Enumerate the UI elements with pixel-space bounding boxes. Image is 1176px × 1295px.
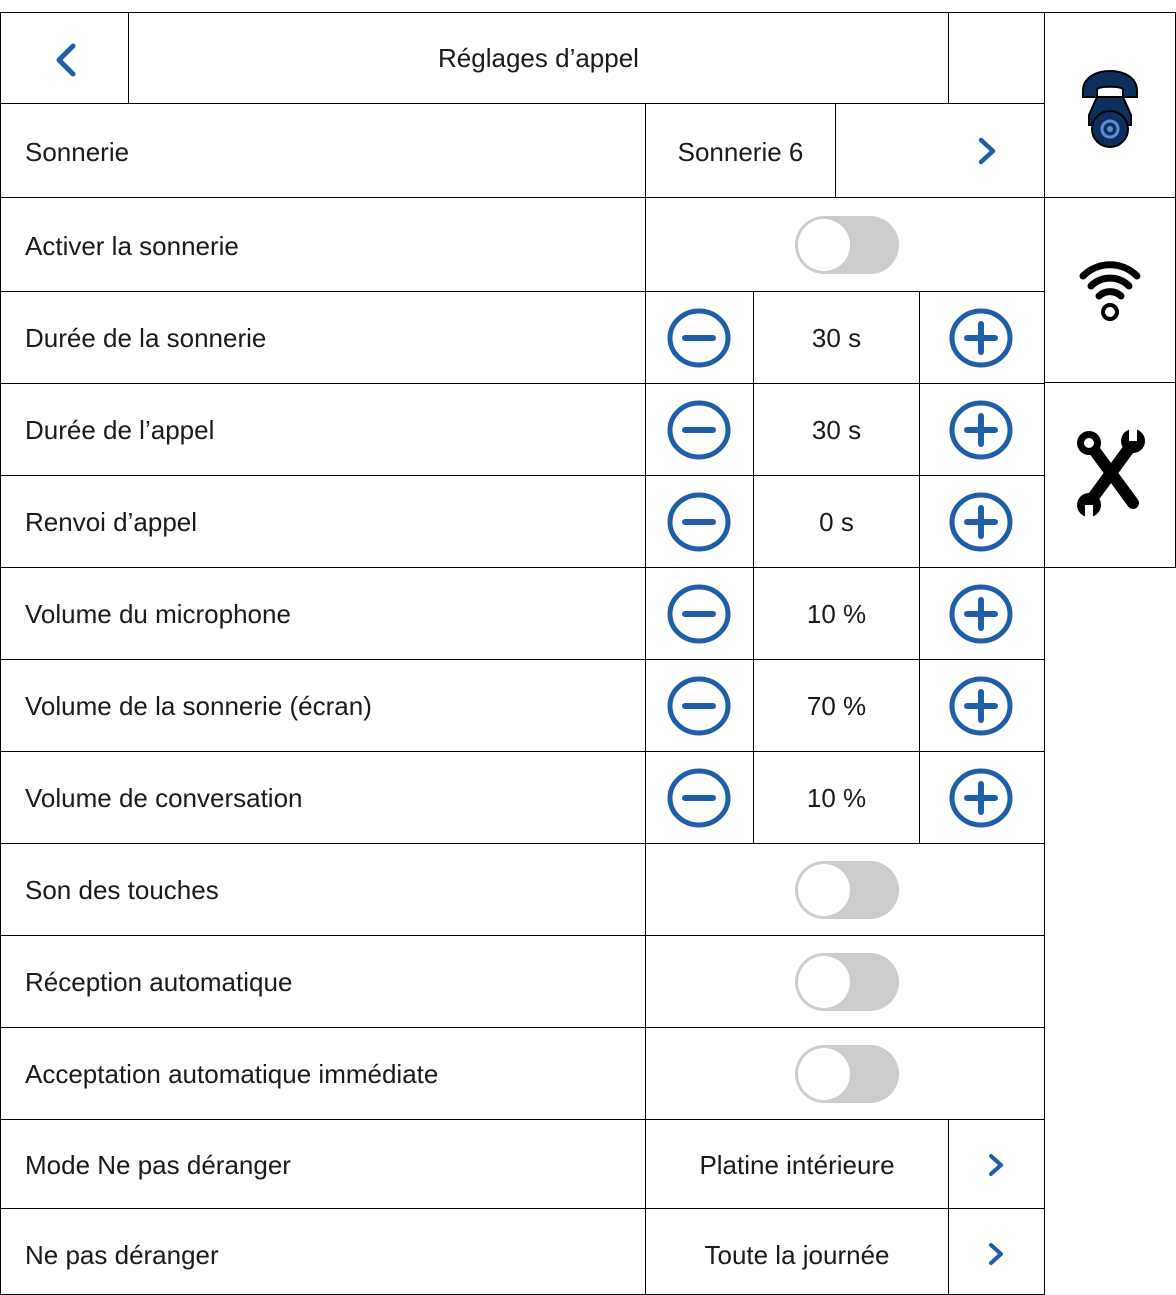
- call-duration-label: Durée de l’appel: [25, 415, 215, 445]
- key-sound-toggle-cell: [645, 843, 1045, 936]
- ring-duration-label: Durée de la sonnerie: [25, 323, 267, 353]
- auto-reception-label: Réception automatique: [25, 967, 293, 997]
- auto-reception-toggle[interactable]: [794, 952, 900, 1012]
- auto-reception-row: Réception automatique: [0, 935, 646, 1028]
- mic-volume-value: 10 %: [806, 599, 867, 629]
- talk-volume-plus-cell: [919, 751, 1045, 844]
- call-duration-value-cell: 30 s: [753, 383, 920, 476]
- minus-circle-icon[interactable]: [666, 767, 732, 829]
- dnd-select-button[interactable]: [948, 1208, 1045, 1295]
- minus-circle-icon[interactable]: [666, 491, 732, 553]
- ring-volume-plus-cell: [919, 659, 1045, 752]
- call-duration-plus-cell: [919, 383, 1045, 476]
- auto-accept-toggle-cell: [645, 1027, 1045, 1120]
- chevron-right-icon: [989, 1154, 1003, 1176]
- auto-accept-label: Acceptation automatique immédiate: [25, 1059, 439, 1089]
- header-title-bar: Réglages d’appel: [128, 12, 949, 104]
- back-button[interactable]: [0, 12, 129, 104]
- ring-duration-row: Durée de la sonnerie: [0, 291, 646, 384]
- dnd-mode-row: Mode Ne pas déranger: [0, 1119, 646, 1209]
- chevron-left-icon: [56, 43, 76, 77]
- auto-accept-toggle[interactable]: [794, 1044, 900, 1104]
- ringtone-value-cell: Sonnerie 6: [645, 103, 836, 198]
- dnd-value-cell: Toute la journée: [645, 1208, 949, 1295]
- ring-volume-value-cell: 70 %: [753, 659, 920, 752]
- mic-volume-row: Volume du microphone: [0, 567, 646, 660]
- mic-volume-plus-cell: [919, 567, 1045, 660]
- header-spacer: [948, 12, 1045, 104]
- call-forward-value-cell: 0 s: [753, 475, 920, 568]
- mic-volume-value-cell: 10 %: [753, 567, 920, 660]
- tools-icon: [1077, 429, 1145, 517]
- key-sound-label: Son des touches: [25, 875, 219, 905]
- call-duration-row: Durée de l’appel: [0, 383, 646, 476]
- talk-volume-row: Volume de conversation: [0, 751, 646, 844]
- ring-duration-plus-cell: [919, 291, 1045, 384]
- page-title: Réglages d’appel: [438, 43, 639, 73]
- call-duration-value: 30 s: [811, 415, 862, 445]
- key-sound-row: Son des touches: [0, 843, 646, 936]
- ring-volume-label: Volume de la sonnerie (écran): [25, 691, 372, 721]
- minus-circle-icon[interactable]: [666, 583, 732, 645]
- ring-duration-value-cell: 30 s: [753, 291, 920, 384]
- ring-duration-value: 30 s: [811, 323, 862, 353]
- minus-circle-icon[interactable]: [666, 675, 732, 737]
- dnd-value: Toute la journée: [704, 1240, 890, 1270]
- dnd-mode-select-button[interactable]: [948, 1119, 1045, 1209]
- talk-volume-minus-cell: [645, 751, 754, 844]
- minus-circle-icon[interactable]: [666, 399, 732, 461]
- talk-volume-value-cell: 10 %: [753, 751, 920, 844]
- ring-volume-value: 70 %: [806, 691, 867, 721]
- dnd-mode-value: Platine intérieure: [699, 1150, 895, 1180]
- enable-ringtone-row: Activer la sonnerie: [0, 197, 646, 292]
- wifi-icon: [1079, 261, 1141, 321]
- phone-settings-icon: [1082, 69, 1138, 148]
- auto-accept-row: Acceptation automatique immédiate: [0, 1027, 646, 1120]
- ringtone-row: Sonnerie: [0, 103, 646, 198]
- plus-circle-icon[interactable]: [948, 399, 1014, 461]
- call-forward-label: Renvoi d’appel: [25, 507, 198, 537]
- call-forward-value: 0 s: [819, 507, 854, 537]
- call-forward-minus-cell: [645, 475, 754, 568]
- plus-circle-icon[interactable]: [948, 307, 1014, 369]
- ring-duration-minus-cell: [645, 291, 754, 384]
- call-duration-minus-cell: [645, 383, 754, 476]
- talk-volume-value: 10 %: [806, 783, 867, 813]
- mic-volume-label: Volume du microphone: [25, 599, 291, 629]
- enable-ringtone-toggle-cell: [645, 197, 1045, 292]
- minus-circle-icon[interactable]: [666, 307, 732, 369]
- chevron-right-icon: [989, 1243, 1003, 1265]
- call-forward-row: Renvoi d’appel: [0, 475, 646, 568]
- enable-ringtone-label: Activer la sonnerie: [25, 231, 239, 261]
- dnd-row: Ne pas déranger: [0, 1208, 646, 1295]
- plus-circle-icon[interactable]: [948, 675, 1014, 737]
- talk-volume-label: Volume de conversation: [25, 783, 303, 813]
- mic-volume-minus-cell: [645, 567, 754, 660]
- sidebar-item-tools[interactable]: [1044, 382, 1176, 568]
- auto-reception-toggle-cell: [645, 935, 1045, 1028]
- dnd-label: Ne pas déranger: [25, 1240, 219, 1270]
- ringtone-select-button[interactable]: [835, 103, 1045, 198]
- plus-circle-icon[interactable]: [948, 767, 1014, 829]
- key-sound-toggle[interactable]: [794, 860, 900, 920]
- plus-circle-icon[interactable]: [948, 583, 1014, 645]
- sidebar-item-network[interactable]: [1044, 197, 1176, 383]
- enable-ringtone-toggle[interactable]: [794, 215, 900, 275]
- sidebar-item-call-settings[interactable]: [1044, 12, 1176, 198]
- ringtone-label: Sonnerie: [25, 137, 130, 167]
- chevron-right-icon: [978, 137, 996, 165]
- dnd-mode-value-cell: Platine intérieure: [645, 1119, 949, 1209]
- plus-circle-icon[interactable]: [948, 491, 1014, 553]
- call-forward-plus-cell: [919, 475, 1045, 568]
- ringtone-value: Sonnerie 6: [677, 137, 804, 167]
- ring-volume-minus-cell: [645, 659, 754, 752]
- dnd-mode-label: Mode Ne pas déranger: [25, 1150, 291, 1180]
- ring-volume-row: Volume de la sonnerie (écran): [0, 659, 646, 752]
